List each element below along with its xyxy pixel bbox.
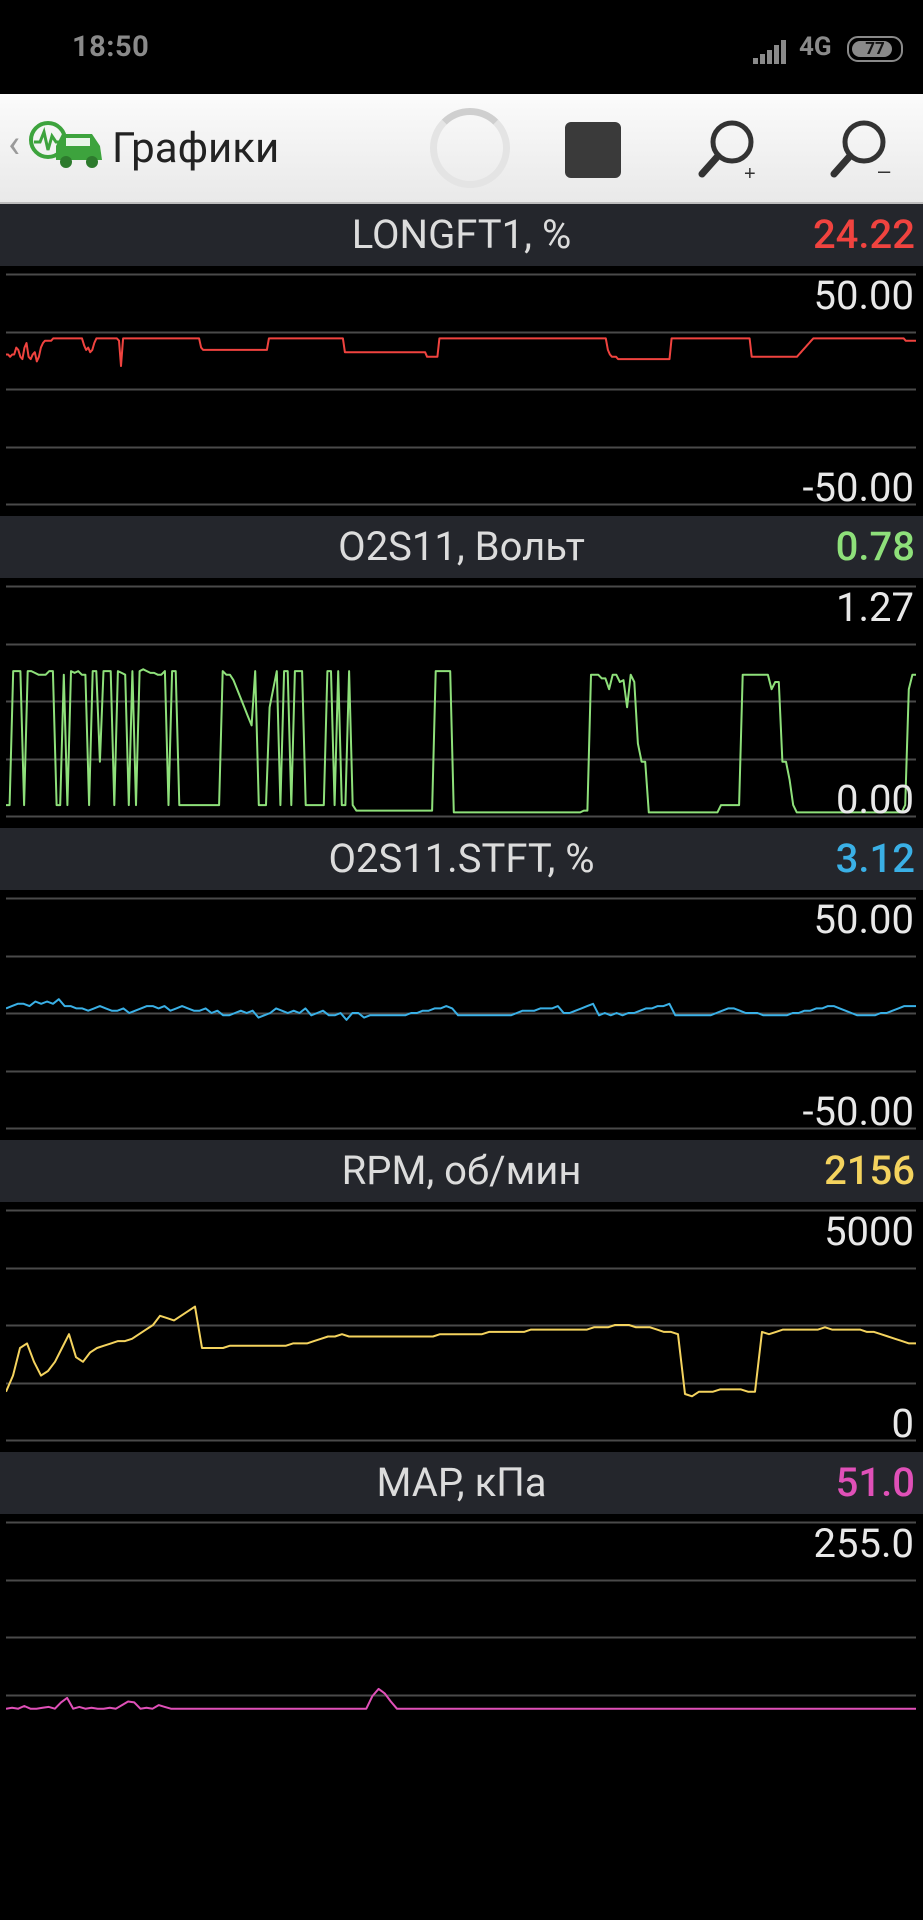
chart-title: O2S11, Вольт (338, 523, 585, 570)
y-min-label: -50.00 (802, 464, 914, 511)
series-line (6, 668, 916, 814)
y-min-label: -50.00 (802, 1088, 914, 1135)
stop-button[interactable] (565, 122, 621, 178)
chart-o2s11-stft[interactable]: O2S11.STFT, % 3.12 50.00 -50.00 (0, 828, 923, 1140)
zoom-in-icon[interactable]: + (694, 114, 764, 184)
zoom-out-icon[interactable]: – (826, 114, 896, 184)
chart-header: O2S11, Вольт 0.78 (0, 516, 923, 578)
empty-area (0, 1712, 923, 1920)
chart-current-value: 2156 (824, 1147, 915, 1194)
y-min-label: 0 (891, 1400, 914, 1447)
chart-title: MAP, кПа (376, 1459, 547, 1506)
y-max-label: 255.0 (813, 1520, 914, 1567)
chart-map[interactable]: MAP, кПа 51.0 255.0 (0, 1452, 923, 1714)
chart-header: LONGFT1, % 24.22 (0, 204, 923, 266)
chart-current-value: 51.0 (835, 1459, 915, 1506)
status-icons: 4G 77 (723, 32, 923, 66)
status-bar: 18:50 4G 77 (0, 0, 923, 94)
series-line (6, 998, 916, 1021)
chart-plot[interactable]: 255.0 (6, 1514, 916, 1710)
y-max-label: 5000 (824, 1208, 914, 1255)
progress-spinner-icon (430, 108, 510, 188)
back-chevron-icon[interactable]: ‹ (8, 124, 20, 164)
signal-icon (753, 40, 793, 64)
chart-current-value: 0.78 (835, 523, 915, 570)
chart-title: LONGFT1, % (351, 211, 572, 258)
status-time: 18:50 (72, 30, 150, 64)
chart-longft1[interactable]: LONGFT1, % 24.22 50.00 -50.00 (0, 204, 923, 516)
chart-rpm[interactable]: RPM, об/мин 2156 5000 0 (0, 1140, 923, 1452)
series-line (6, 1687, 916, 1710)
chart-header: RPM, об/мин 2156 (0, 1140, 923, 1202)
chart-plot[interactable]: 5000 0 (6, 1202, 916, 1448)
chart-current-value: 3.12 (835, 835, 915, 882)
battery-icon: 77 (847, 36, 903, 62)
chart-plot[interactable]: 1.27 0.00 (6, 578, 916, 824)
chart-title: RPM, об/мин (341, 1147, 582, 1194)
y-min-label: 0.00 (836, 776, 914, 823)
chart-header: O2S11.STFT, % 3.12 (0, 828, 923, 890)
chart-plot[interactable]: 50.00 -50.00 (6, 890, 916, 1136)
chart-title: O2S11.STFT, % (328, 835, 595, 882)
svg-text:–: – (878, 158, 891, 183)
svg-text:+: + (744, 163, 756, 184)
chart-o2s11[interactable]: O2S11, Вольт 0.78 1.27 0.00 (0, 516, 923, 828)
chart-current-value: 24.22 (812, 211, 915, 258)
battery-level: 77 (865, 39, 885, 59)
chart-plot[interactable]: 50.00 -50.00 (6, 266, 916, 512)
app-toolbar: ‹ Графики + – (0, 94, 923, 204)
y-max-label: 50.00 (813, 272, 914, 319)
app-logo-icon[interactable] (26, 116, 106, 176)
y-max-label: 1.27 (836, 584, 914, 631)
network-type: 4G (799, 32, 832, 62)
y-max-label: 50.00 (813, 896, 914, 943)
chart-header: MAP, кПа 51.0 (0, 1452, 923, 1514)
page-title: Графики (112, 124, 280, 173)
series-line (6, 337, 916, 367)
